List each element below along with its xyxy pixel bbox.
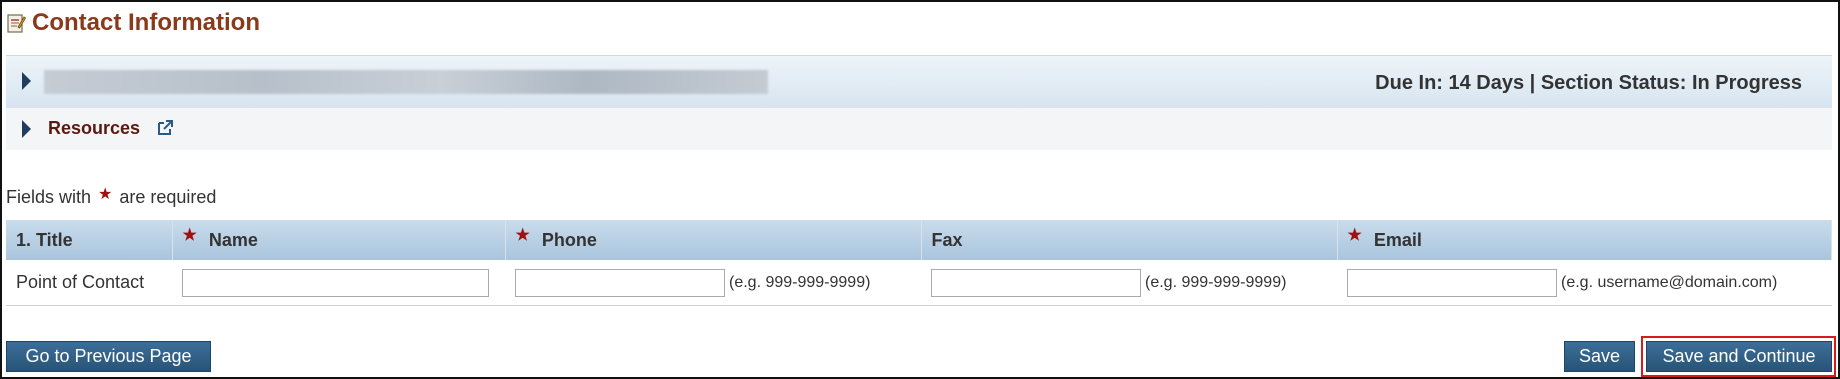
- column-header-fax: Fax: [921, 220, 1338, 260]
- table-row: Point of Contact (e.g. 999-999-9999) (e.…: [6, 260, 1832, 306]
- page-header: Contact Information: [6, 6, 260, 40]
- phone-input[interactable]: [515, 268, 725, 297]
- caret-right-icon[interactable]: [22, 120, 31, 138]
- page-title: Contact Information: [32, 9, 260, 36]
- phone-cell: (e.g. 999-999-9999): [505, 260, 921, 306]
- section-status-bar: Due In: 14 Days | Section Status: In Pro…: [6, 55, 1832, 109]
- column-header-name: ★ Name: [172, 220, 506, 260]
- required-note-suffix: are required: [119, 187, 217, 207]
- required-star-icon: ★: [98, 185, 113, 203]
- save-and-continue-button[interactable]: Save and Continue: [1646, 341, 1832, 372]
- save-button[interactable]: Save: [1564, 341, 1635, 372]
- external-link-icon[interactable]: [156, 119, 174, 137]
- email-hint: (e.g. username@domain.com): [1561, 273, 1778, 291]
- go-to-previous-page-button[interactable]: Go to Previous Page: [6, 341, 211, 372]
- column-header-email: ★ Email: [1337, 220, 1832, 260]
- required-star-icon: ★: [182, 226, 197, 244]
- fax-input[interactable]: [931, 268, 1141, 297]
- table-header-row: 1. Title ★ Name ★ Phone Fax ★ Email: [6, 220, 1832, 260]
- required-star-icon: ★: [1347, 226, 1362, 244]
- document-icon: [7, 14, 26, 33]
- caret-right-icon[interactable]: [22, 72, 31, 90]
- fax-cell: (e.g. 999-999-9999): [921, 260, 1337, 306]
- due-status-text: Due In: 14 Days | Section Status: In Pro…: [1375, 72, 1802, 94]
- fax-hint: (e.g. 999-999-9999): [1145, 273, 1287, 291]
- column-header-title: 1. Title: [6, 220, 173, 260]
- required-note-prefix: Fields with: [6, 187, 92, 207]
- redacted-section-name: [44, 70, 768, 94]
- phone-hint: (e.g. 999-999-9999): [729, 273, 871, 291]
- email-input[interactable]: [1347, 268, 1557, 297]
- column-header-phone: ★ Phone: [505, 220, 922, 260]
- resources-toggle[interactable]: Resources: [6, 108, 1832, 150]
- contact-table: 1. Title ★ Name ★ Phone Fax ★ Email Point o…: [6, 220, 1832, 306]
- email-cell: (e.g. username@domain.com): [1337, 260, 1832, 306]
- required-star-icon: ★: [515, 226, 530, 244]
- name-input[interactable]: [182, 268, 489, 297]
- row-title-cell: Point of Contact: [6, 260, 172, 306]
- required-fields-note: Fields with ★ are required: [6, 185, 217, 208]
- name-cell: [172, 260, 505, 306]
- resources-label[interactable]: Resources: [48, 118, 140, 139]
